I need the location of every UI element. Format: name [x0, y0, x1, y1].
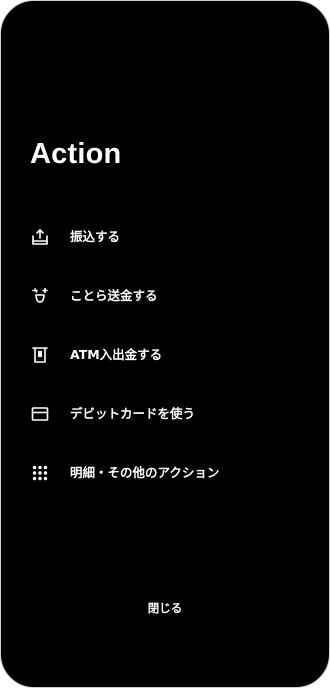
menu-item-debit-card[interactable]: デビットカードを使う	[1, 384, 329, 443]
page-title: Action	[30, 138, 122, 170]
close-button[interactable]: 閉じる	[1, 593, 329, 623]
menu-item-statements-other[interactable]: 明細・その他のアクション	[1, 443, 329, 502]
menu-item-cotra-send[interactable]: ことら送金する	[1, 266, 329, 325]
menu-item-label: ATM入出金する	[70, 346, 163, 362]
action-sheet: Action 振込する ことら送金する ATM入出金する デビットカードを使う …	[0, 0, 330, 688]
menu-item-transfer[interactable]: 振込する	[1, 207, 329, 266]
menu-item-label: デビットカードを使う	[70, 405, 196, 421]
menu-item-label: ことら送金する	[70, 287, 158, 303]
action-menu: 振込する ことら送金する ATM入出金する デビットカードを使う 明細・その他の…	[1, 207, 329, 502]
menu-item-label: 振込する	[70, 228, 121, 244]
atm-icon	[30, 345, 50, 365]
cotra-send-icon	[30, 286, 50, 306]
menu-item-label: 明細・その他のアクション	[70, 464, 220, 480]
grid-icon	[30, 463, 50, 483]
menu-item-atm[interactable]: ATM入出金する	[1, 325, 329, 384]
card-icon	[30, 404, 50, 424]
transfer-icon	[30, 227, 50, 247]
